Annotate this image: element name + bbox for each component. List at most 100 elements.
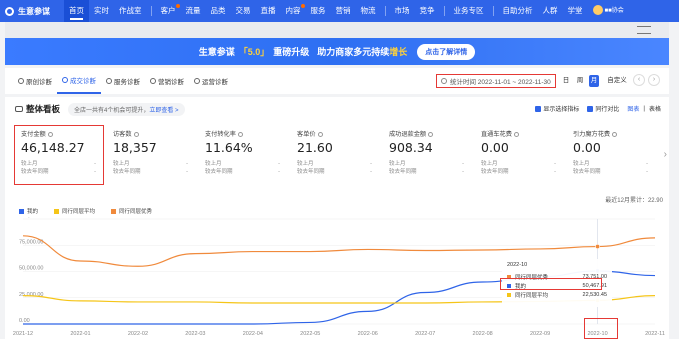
refresh-icon bbox=[106, 78, 112, 84]
chart-view-toggle[interactable]: 图表 bbox=[627, 104, 639, 113]
board-icon bbox=[15, 106, 23, 112]
metric-compare: 较去年同期 - bbox=[113, 169, 188, 175]
show-selected-option[interactable]: 显示选择指标 bbox=[543, 104, 579, 113]
banner-cta-button[interactable]: 点击了解详情 bbox=[417, 43, 476, 60]
metric-compare: 较上月 - bbox=[297, 161, 372, 167]
metrics-next-icon[interactable]: › bbox=[664, 149, 667, 160]
peer-compare-option[interactable]: 同行对比 bbox=[595, 104, 619, 113]
highlight-box-month bbox=[584, 318, 618, 339]
x-tick-label: 2022-06 bbox=[358, 331, 378, 337]
metric-card[interactable]: 客单价 21.60 较上月 - 较去年同期 - bbox=[291, 127, 383, 185]
nav-item-realtime[interactable]: 实时 bbox=[89, 0, 114, 22]
tab-marketing[interactable]: 营销诊断 bbox=[145, 68, 189, 94]
heart-icon bbox=[62, 77, 68, 83]
help-icon[interactable] bbox=[428, 131, 434, 137]
metric-label: 访客数 bbox=[113, 129, 195, 138]
date-range[interactable]: 统计时间 2022-11-01 ~ 2022-11-30 bbox=[436, 74, 556, 88]
tab-original[interactable]: 原创诊断 bbox=[13, 68, 57, 94]
tab-label: 成交诊断 bbox=[70, 78, 96, 85]
nav-item-business[interactable]: 业务专区 bbox=[449, 0, 489, 22]
metric-compare: 较上月 - bbox=[113, 161, 188, 167]
top-nav: 生意参谋 首页 实时 作战室 客户 流量 品类 交易 直播 内容 服务 营销 物… bbox=[0, 0, 679, 22]
metric-compare: 较去年同期 - bbox=[205, 169, 280, 175]
nav-item-school[interactable]: 学堂 bbox=[563, 0, 588, 22]
period-custom[interactable]: 自定义 bbox=[605, 75, 629, 87]
metric-card[interactable]: 引力魔方花费 0.00 较上月 - 较去年同期 - bbox=[567, 127, 659, 185]
nav-divider bbox=[384, 6, 386, 16]
nav-item-traffic[interactable]: 流量 bbox=[181, 0, 206, 22]
metric-value: 908.34 bbox=[389, 140, 433, 155]
series-point bbox=[595, 244, 601, 250]
help-icon[interactable] bbox=[317, 131, 323, 137]
tab-deal[interactable]: 成交诊断 bbox=[57, 68, 101, 94]
metric-label: 直通车花费 bbox=[481, 129, 563, 138]
nav-item-category[interactable]: 品类 bbox=[206, 0, 231, 22]
period-week[interactable]: 周 bbox=[575, 75, 585, 87]
date-range-text: 统计时间 2022-11-01 ~ 2022-11-30 bbox=[450, 79, 551, 86]
hint-link[interactable]: 立即查看 > bbox=[149, 108, 178, 114]
help-icon[interactable] bbox=[237, 131, 243, 137]
x-tick-label: 2021-12 bbox=[13, 331, 33, 337]
hint-text: 全店一共有4个机会可提升， bbox=[74, 107, 150, 114]
tab-operation[interactable]: 运营诊断 bbox=[189, 68, 233, 94]
user-name: ■■协会 bbox=[604, 8, 624, 14]
checkbox-icon[interactable] bbox=[535, 105, 542, 112]
next-arrow-icon[interactable]: › bbox=[648, 74, 660, 86]
help-icon[interactable] bbox=[513, 131, 519, 137]
legend-item-mine[interactable]: 我的 bbox=[19, 207, 38, 215]
metric-compare: 较去年同期 - bbox=[297, 169, 372, 175]
metric-value: 21.60 bbox=[297, 140, 333, 155]
user-menu[interactable]: ■■协会 bbox=[588, 0, 629, 22]
metric-card[interactable]: 访客数 18,357 较上月 - 较去年同期 - bbox=[107, 127, 199, 185]
overview-board: 整体看板 全店一共有4个机会可提升，立即查看 > 显示选择指标 同行对比 图表 … bbox=[5, 97, 669, 339]
legend-swatch bbox=[19, 208, 24, 214]
help-icon[interactable] bbox=[133, 131, 139, 137]
metric-value: 0.00 bbox=[481, 140, 509, 155]
nav-item-crowd[interactable]: 人群 bbox=[538, 0, 563, 22]
nav-divider bbox=[150, 6, 152, 16]
nav-item-content[interactable]: 内容 bbox=[281, 0, 306, 22]
legend-item-average[interactable]: 同行同层平均 bbox=[54, 207, 95, 215]
nav-item-customer[interactable]: 客户 bbox=[156, 0, 181, 22]
x-tick-label: 2022-11 bbox=[645, 331, 665, 337]
logo-icon bbox=[5, 6, 14, 16]
nav-item-service[interactable]: 服务 bbox=[306, 0, 331, 22]
tab-service[interactable]: 服务诊断 bbox=[101, 68, 145, 94]
banner-text-2: 重磅升级 bbox=[273, 47, 310, 57]
header-strip bbox=[5, 22, 669, 38]
metric-label: 客单价 bbox=[297, 129, 379, 138]
nav-item-self-analysis[interactable]: 自助分析 bbox=[498, 0, 538, 22]
legend-item-excellent[interactable]: 同行同层优秀 bbox=[111, 207, 152, 215]
nav-item-home[interactable]: 首页 bbox=[64, 0, 89, 22]
nav-item-live[interactable]: 直播 bbox=[256, 0, 281, 22]
nav-item-logistics[interactable]: 物流 bbox=[356, 0, 381, 22]
logo[interactable]: 生意参谋 bbox=[0, 6, 64, 17]
metric-card[interactable]: 成功退款金额 908.34 较上月 - 较去年同期 - bbox=[383, 127, 475, 185]
chart-legend: 我的 同行同层平均 同行同层优秀 bbox=[19, 207, 168, 215]
y-tick-label: 100,000.00 bbox=[19, 217, 47, 219]
help-icon[interactable] bbox=[612, 131, 618, 137]
nav-item-trade[interactable]: 交易 bbox=[231, 0, 256, 22]
prev-arrow-icon[interactable]: ‹ bbox=[633, 74, 645, 86]
metric-card[interactable]: 直通车花费 0.00 较上月 - 较去年同期 - bbox=[475, 127, 567, 185]
nav-item-competition[interactable]: 竞争 bbox=[415, 0, 440, 22]
promo-banner[interactable]: 生意参谋 「5.0」 重磅升级 助力商家多元持续 增长 点击了解详情 bbox=[5, 38, 669, 65]
logo-text: 生意参谋 bbox=[18, 6, 50, 16]
period-month[interactable]: 月 bbox=[589, 75, 599, 87]
table-view-toggle[interactable]: 表格 bbox=[649, 104, 661, 113]
metric-compare: 较去年同期 - bbox=[389, 169, 464, 175]
banner-highlight: 增长 bbox=[389, 47, 408, 57]
menu-icon[interactable] bbox=[637, 26, 651, 34]
nav-item-market[interactable]: 市场 bbox=[390, 0, 415, 22]
metric-label: 引力魔方花费 bbox=[573, 129, 655, 138]
period-day[interactable]: 日 bbox=[561, 75, 571, 87]
nav-item-warroom[interactable]: 作战室 bbox=[114, 0, 147, 22]
tab-label: 原创诊断 bbox=[26, 79, 52, 86]
page: 生意参谋 首页 实时 作战室 客户 流量 品类 交易 直播 内容 服务 营销 物… bbox=[0, 0, 679, 339]
legend-swatch bbox=[111, 208, 117, 214]
nav-item-marketing[interactable]: 营销 bbox=[331, 0, 356, 22]
x-tick-label: 2022-07 bbox=[415, 331, 435, 337]
checkbox-icon[interactable] bbox=[587, 105, 594, 112]
tab-label: 运营诊断 bbox=[202, 79, 228, 86]
metric-card[interactable]: 支付转化率 11.64% 较上月 - 较去年同期 - bbox=[199, 127, 291, 185]
